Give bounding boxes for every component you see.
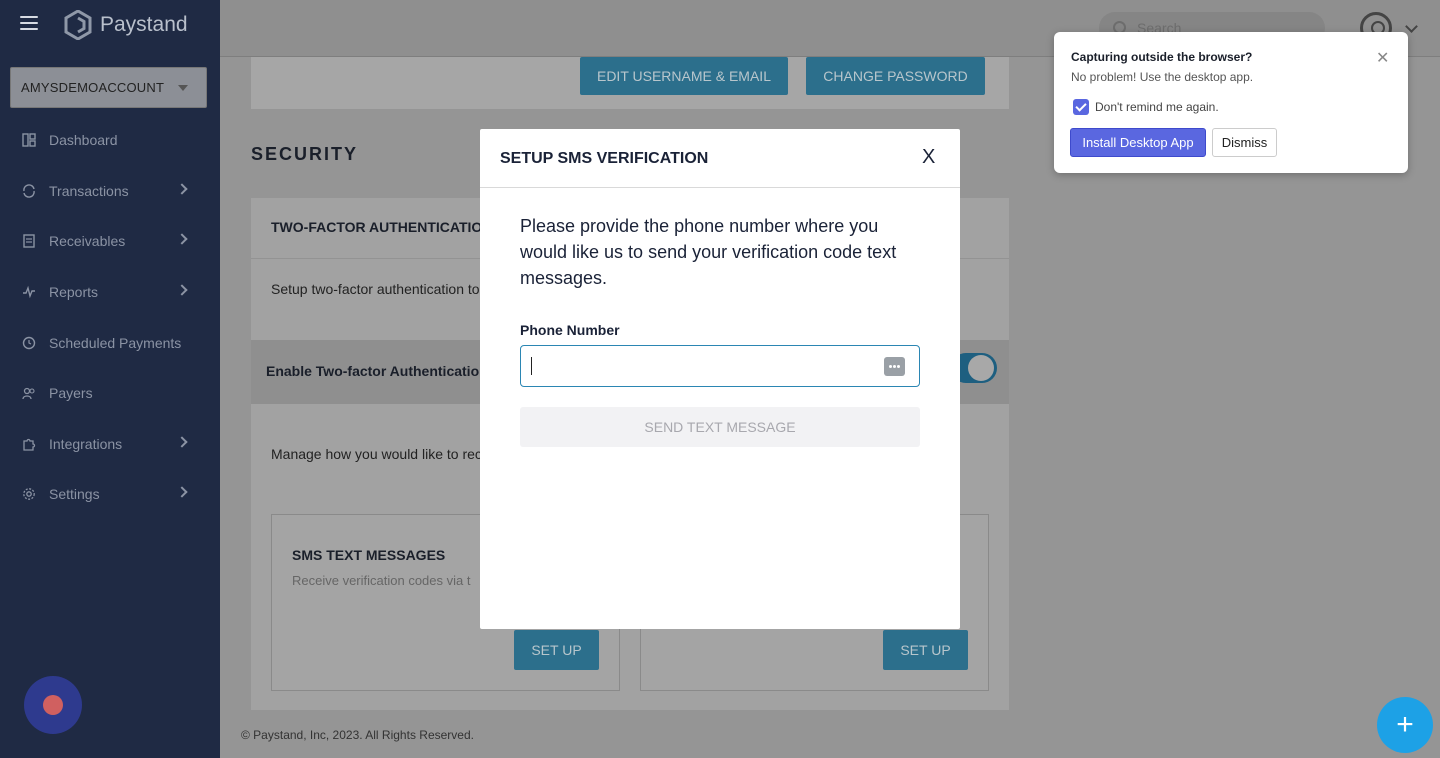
sidebar-item-label: Reports: [49, 284, 99, 301]
chevron-down-icon[interactable]: [1405, 20, 1418, 33]
sidebar-item-receivables[interactable]: Receivables: [0, 216, 220, 267]
sidebar-item-label: Dashboard: [49, 132, 118, 149]
chevron-right-icon: [176, 284, 188, 296]
close-button[interactable]: X: [922, 146, 935, 169]
phone-number-label: Phone Number: [520, 322, 620, 338]
chevron-right-icon: [176, 182, 188, 195]
account-name: AMYSDEMOACCOUNT: [21, 80, 165, 95]
chevron-right-icon: [176, 233, 188, 245]
enable-tfa-label: Enable Two-factor Authentication: [266, 363, 488, 379]
modal-description: Please provide the phone number where yo…: [520, 216, 897, 288]
text-cursor: [531, 357, 532, 375]
sidebar-item-integrations[interactable]: Integrations: [0, 419, 220, 470]
sms-card-title: SMS TEXT MESSAGES: [292, 547, 446, 563]
sidebar-item-label: Receivables: [49, 233, 126, 250]
record-button[interactable]: [24, 676, 82, 734]
send-text-message-button[interactable]: SEND TEXT MESSAGE: [520, 407, 920, 447]
users-icon: [22, 388, 35, 400]
sidebar-item-scheduled-payments[interactable]: Scheduled Payments: [0, 317, 220, 368]
sidebar-item-label: Payers: [49, 385, 93, 402]
receivables-icon: [23, 234, 35, 249]
account-card: EDIT USERNAME & EMAIL CHANGE PASSWORD: [251, 57, 1009, 109]
sms-setup-button[interactable]: SET UP: [514, 630, 599, 670]
sidebar-item-label: Settings: [49, 486, 100, 503]
install-desktop-app-button[interactable]: Install Desktop App: [1070, 128, 1206, 157]
add-fab-button[interactable]: +: [1377, 697, 1433, 753]
record-dot-icon: [43, 695, 63, 715]
menu-icon[interactable]: [20, 16, 38, 32]
dashboard-icon: [22, 133, 36, 147]
sidebar-nav: Dashboard Transactions Receivables Repor…: [0, 115, 220, 520]
sidebar-item-label: Transactions: [49, 182, 129, 199]
sidebar: Paystand AMYSDEMOACCOUNT Dashboard Trans…: [0, 0, 220, 758]
popup-description: No problem! Use the desktop app.: [1071, 70, 1254, 84]
toggle-knob: [968, 355, 994, 381]
transactions-icon: [23, 184, 35, 198]
sidebar-item-reports[interactable]: Reports: [0, 267, 220, 318]
sidebar-item-label: Integrations: [49, 435, 123, 452]
chevron-right-icon: [176, 486, 188, 498]
autofill-icon[interactable]: [884, 357, 905, 376]
desktop-app-popup: Capturing outside the browser? No proble…: [1054, 32, 1408, 173]
sidebar-item-settings[interactable]: Settings: [0, 469, 220, 520]
logo[interactable]: Paystand: [64, 10, 188, 40]
logo-text: Paystand: [100, 13, 188, 36]
dont-remind-checkbox[interactable]: [1073, 99, 1089, 115]
reports-icon: [23, 285, 35, 299]
caret-down-icon: [178, 85, 188, 91]
sms-card-description: Receive verification codes via t: [292, 573, 471, 588]
clock-icon: [22, 336, 36, 349]
gear-icon: [23, 488, 35, 501]
sidebar-item-label: Scheduled Payments: [49, 334, 182, 351]
account-select[interactable]: AMYSDEMOACCOUNT: [10, 67, 207, 108]
footer: © Paystand, Inc, 2023. All Rights Reserv…: [241, 728, 474, 742]
modal-title: SETUP SMS VERIFICATION: [500, 150, 709, 167]
security-title: SECURITY: [251, 144, 359, 164]
authenticator-setup-button[interactable]: SET UP: [883, 630, 968, 670]
change-password-button[interactable]: CHANGE PASSWORD: [806, 57, 985, 95]
edit-username-email-button[interactable]: EDIT USERNAME & EMAIL: [580, 57, 788, 95]
close-icon[interactable]: ✕: [1376, 48, 1389, 68]
manage-text: Manage how you would like to rece: [271, 446, 490, 462]
dont-remind-label: Don't remind me again.: [1095, 100, 1219, 114]
sms-verification-modal: SETUP SMS VERIFICATION X Please provide …: [480, 129, 960, 629]
phone-number-input[interactable]: [520, 345, 920, 387]
sidebar-item-dashboard[interactable]: Dashboard: [0, 115, 220, 166]
paystand-logo-icon: [64, 10, 92, 40]
dismiss-button[interactable]: Dismiss: [1212, 128, 1277, 157]
puzzle-icon: [23, 438, 36, 451]
modal-header: SETUP SMS VERIFICATION X: [480, 129, 960, 188]
chevron-right-icon: [176, 435, 188, 448]
sidebar-item-transactions[interactable]: Transactions: [0, 166, 220, 217]
tfa-description: Setup two-factor authentication to: [271, 281, 480, 297]
sidebar-item-payers[interactable]: Payers: [0, 368, 220, 419]
popup-title: Capturing outside the browser?: [1071, 50, 1253, 64]
